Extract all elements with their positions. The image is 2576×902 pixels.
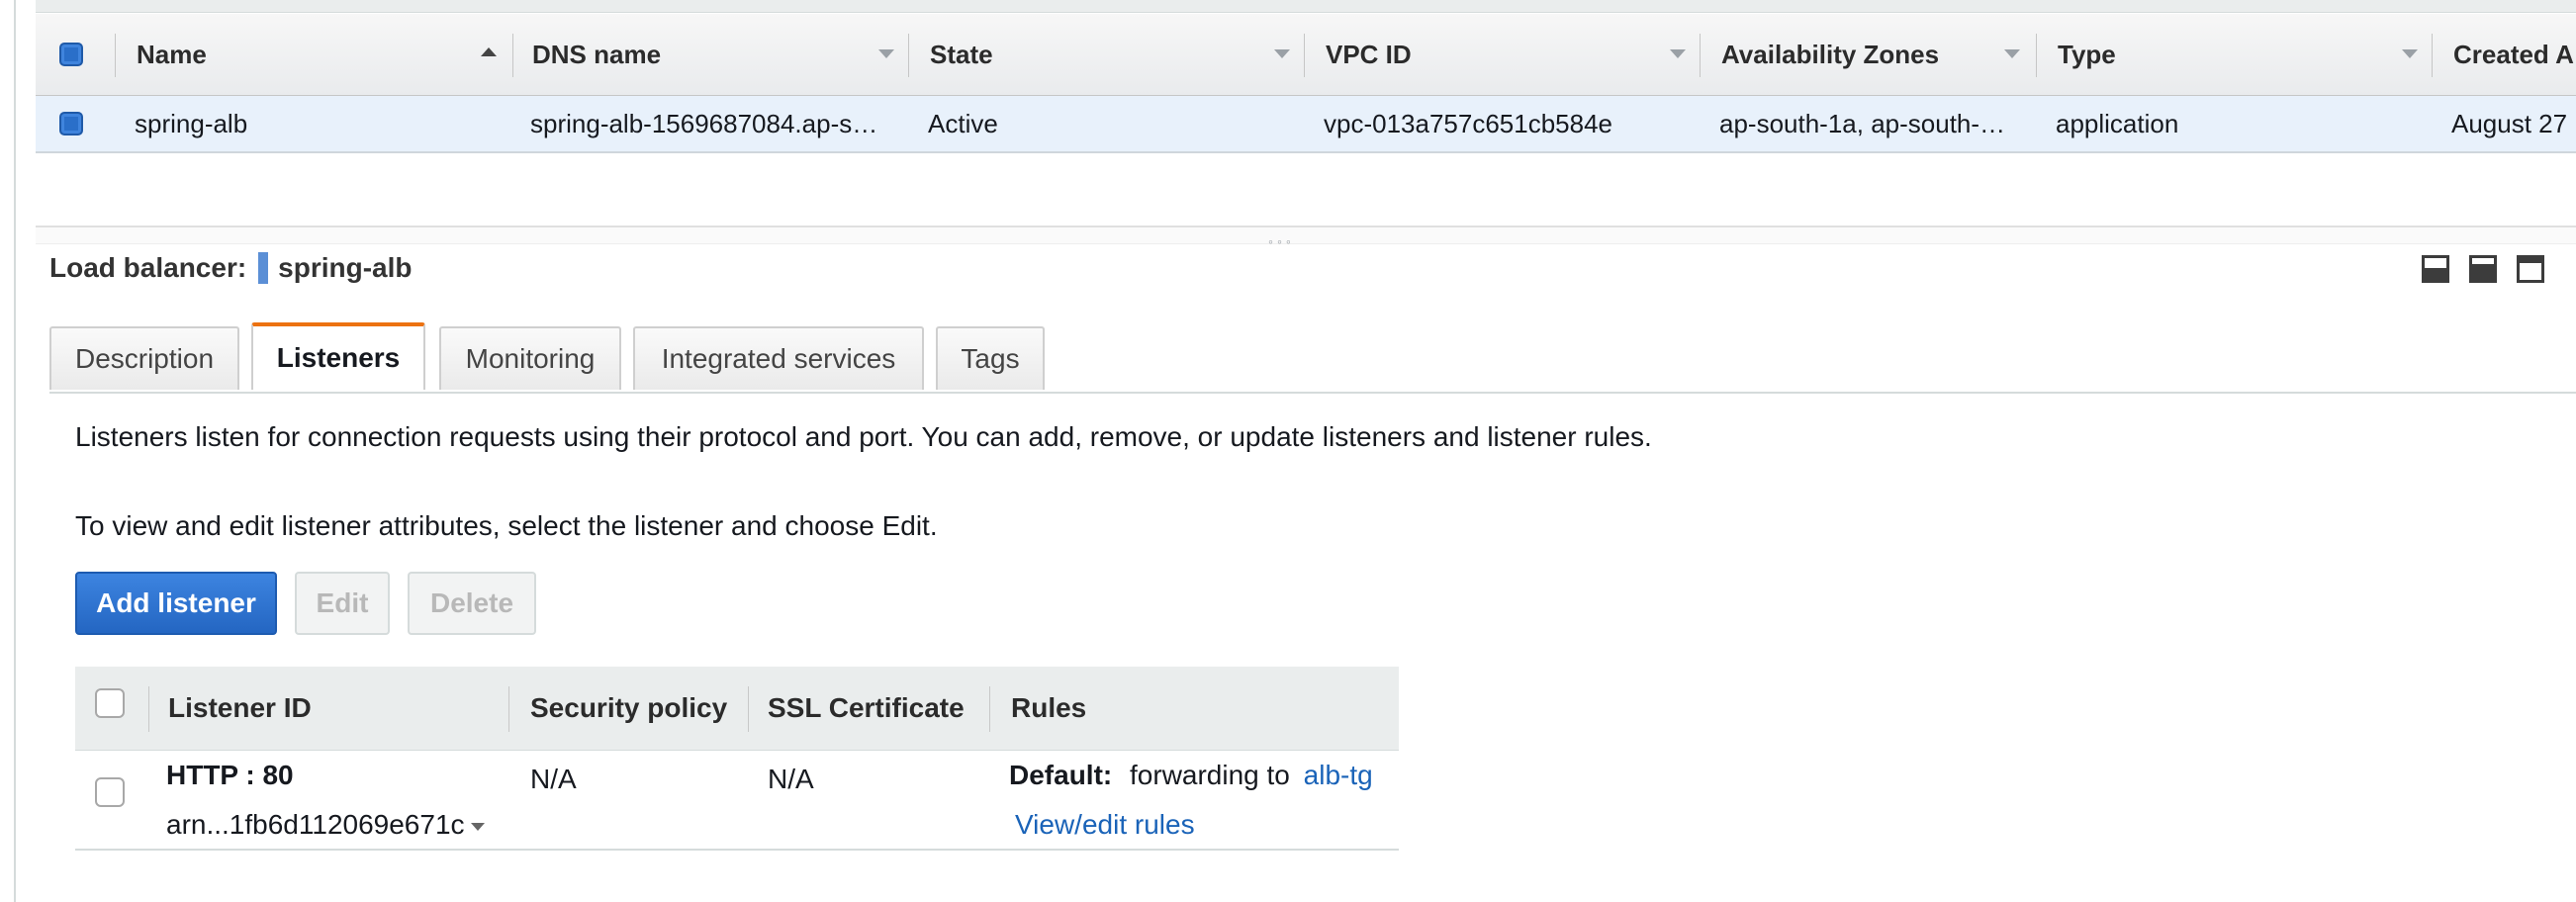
sort-caret-icon[interactable] bbox=[1274, 49, 1290, 58]
listeners-instructions-text: To view and edit listener attributes, se… bbox=[75, 510, 938, 541]
grid-top-band bbox=[36, 0, 2576, 13]
sort-ascending-icon[interactable] bbox=[481, 47, 497, 56]
column-header-rules[interactable]: Rules bbox=[1011, 692, 1086, 724]
column-header-label: VPC ID bbox=[1326, 39, 1412, 69]
layout-bottom-large-icon[interactable] bbox=[2517, 255, 2544, 283]
cell-name: spring-alb bbox=[135, 108, 248, 138]
layout-bottom-small-icon[interactable] bbox=[2422, 255, 2449, 283]
load-balancer-grid: Name DNS name State VPC ID Availability … bbox=[36, 0, 2576, 153]
select-all-checkbox[interactable] bbox=[59, 14, 83, 95]
cell-type: application bbox=[2056, 108, 2179, 138]
listener-security-policy: N/A bbox=[530, 764, 577, 794]
column-header-label: Name bbox=[137, 39, 207, 69]
tab-integrated-services[interactable]: Integrated services bbox=[633, 326, 924, 390]
left-border bbox=[14, 0, 16, 902]
column-divider bbox=[508, 686, 509, 732]
sort-caret-icon[interactable] bbox=[2004, 49, 2020, 58]
column-divider[interactable] bbox=[2432, 34, 2433, 77]
listener-arn[interactable]: arn...1fb6d112069e671c bbox=[166, 809, 485, 841]
column-divider bbox=[748, 686, 749, 732]
listener-arn-text: arn...1fb6d112069e671c bbox=[166, 809, 465, 840]
add-listener-button[interactable]: Add listener bbox=[75, 572, 277, 635]
view-edit-rules-link[interactable]: View/edit rules bbox=[1015, 809, 1195, 841]
target-group-link[interactable]: alb-tg bbox=[1304, 760, 1373, 790]
cell-created: August 27 bbox=[2451, 108, 2568, 138]
column-header-label: Availability Zones bbox=[1721, 39, 1940, 69]
column-header-created[interactable]: Created A bbox=[2453, 14, 2574, 95]
details-label: Load balancer: bbox=[49, 252, 247, 283]
tab-description[interactable]: Description bbox=[49, 326, 239, 390]
listener-protocol-port: HTTP : 80 bbox=[166, 760, 294, 790]
cell-availability-zones: ap-south-1a, ap-south-… bbox=[1719, 108, 2006, 138]
checkbox-checked-icon bbox=[59, 112, 83, 135]
column-divider[interactable] bbox=[1700, 34, 1701, 77]
details-title: Load balancer: spring-alb bbox=[49, 250, 413, 286]
edit-button[interactable]: Edit bbox=[295, 572, 390, 635]
listeners-intro-text: Listeners listen for connection requests… bbox=[75, 421, 1652, 452]
sort-caret-icon[interactable] bbox=[2402, 49, 2418, 58]
default-rule-action: forwarding to bbox=[1130, 760, 1290, 790]
column-header-type[interactable]: Type bbox=[2058, 14, 2116, 95]
cell-state: Active bbox=[928, 108, 998, 138]
column-divider bbox=[989, 686, 990, 732]
column-divider[interactable] bbox=[2036, 34, 2037, 77]
cell-dns-name: spring-alb-1569687084.ap-s… bbox=[530, 108, 878, 138]
column-divider[interactable] bbox=[115, 34, 116, 77]
listener-row[interactable]: HTTP : 80 arn...1fb6d112069e671c N/A N/A… bbox=[75, 750, 1399, 851]
checkbox-unchecked-icon bbox=[95, 688, 125, 718]
sort-caret-icon[interactable] bbox=[1670, 49, 1686, 58]
panel-layout-controls bbox=[2422, 255, 2544, 283]
listener-ssl-certificate: N/A bbox=[768, 764, 814, 794]
column-header-label: Type bbox=[2058, 39, 2116, 69]
column-header-availability-zones[interactable]: Availability Zones bbox=[1721, 14, 1939, 95]
listeners-table-header: Listener ID Security policy SSL Certific… bbox=[75, 667, 1399, 751]
listener-default-rule: Default: forwarding to alb-tg bbox=[1009, 760, 1373, 791]
column-header-listener-id[interactable]: Listener ID bbox=[168, 692, 312, 724]
layout-bottom-medium-icon[interactable] bbox=[2469, 255, 2497, 283]
cell-vpc-id: vpc-013a757c651cb584e bbox=[1324, 108, 1613, 138]
color-marker bbox=[258, 252, 269, 284]
checkbox-unchecked-icon bbox=[95, 777, 125, 807]
column-divider[interactable] bbox=[512, 34, 513, 77]
caret-down-icon[interactable] bbox=[470, 822, 485, 831]
column-header-label: Created A bbox=[2453, 39, 2574, 69]
table-row[interactable]: spring-alb spring-alb-1569687084.ap-s… A… bbox=[36, 96, 2576, 153]
column-header-label: DNS name bbox=[532, 39, 662, 69]
checkbox-checked-icon bbox=[59, 43, 83, 66]
row-checkbox[interactable] bbox=[59, 96, 83, 151]
panel-splitter[interactable] bbox=[36, 226, 2576, 244]
column-header-security-policy[interactable]: Security policy bbox=[530, 692, 727, 724]
column-header-state[interactable]: State bbox=[930, 14, 993, 95]
drag-handle-icon[interactable]: ◦◦◦ bbox=[1268, 234, 1295, 248]
column-header-name[interactable]: Name bbox=[137, 14, 207, 95]
select-all-listeners-checkbox[interactable] bbox=[95, 688, 125, 718]
details-load-balancer-name: spring-alb bbox=[278, 252, 413, 283]
details-tabs: Description Listeners Monitoring Integra… bbox=[49, 322, 2576, 394]
column-divider[interactable] bbox=[908, 34, 909, 77]
tab-listeners[interactable]: Listeners bbox=[251, 322, 425, 390]
column-header-vpc-id[interactable]: VPC ID bbox=[1326, 14, 1412, 95]
listener-row-checkbox[interactable] bbox=[95, 777, 125, 807]
tab-monitoring[interactable]: Monitoring bbox=[439, 326, 621, 390]
column-divider[interactable] bbox=[1304, 34, 1305, 77]
default-rule-label: Default: bbox=[1009, 760, 1113, 790]
column-header-dns-name[interactable]: DNS name bbox=[532, 14, 661, 95]
column-divider bbox=[148, 686, 149, 732]
column-header-ssl-certificate[interactable]: SSL Certificate bbox=[768, 692, 965, 724]
sort-caret-icon[interactable] bbox=[878, 49, 894, 58]
tab-tags[interactable]: Tags bbox=[936, 326, 1045, 390]
delete-button[interactable]: Delete bbox=[408, 572, 536, 635]
column-header-label: State bbox=[930, 39, 993, 69]
grid-header: Name DNS name State VPC ID Availability … bbox=[36, 14, 2576, 96]
